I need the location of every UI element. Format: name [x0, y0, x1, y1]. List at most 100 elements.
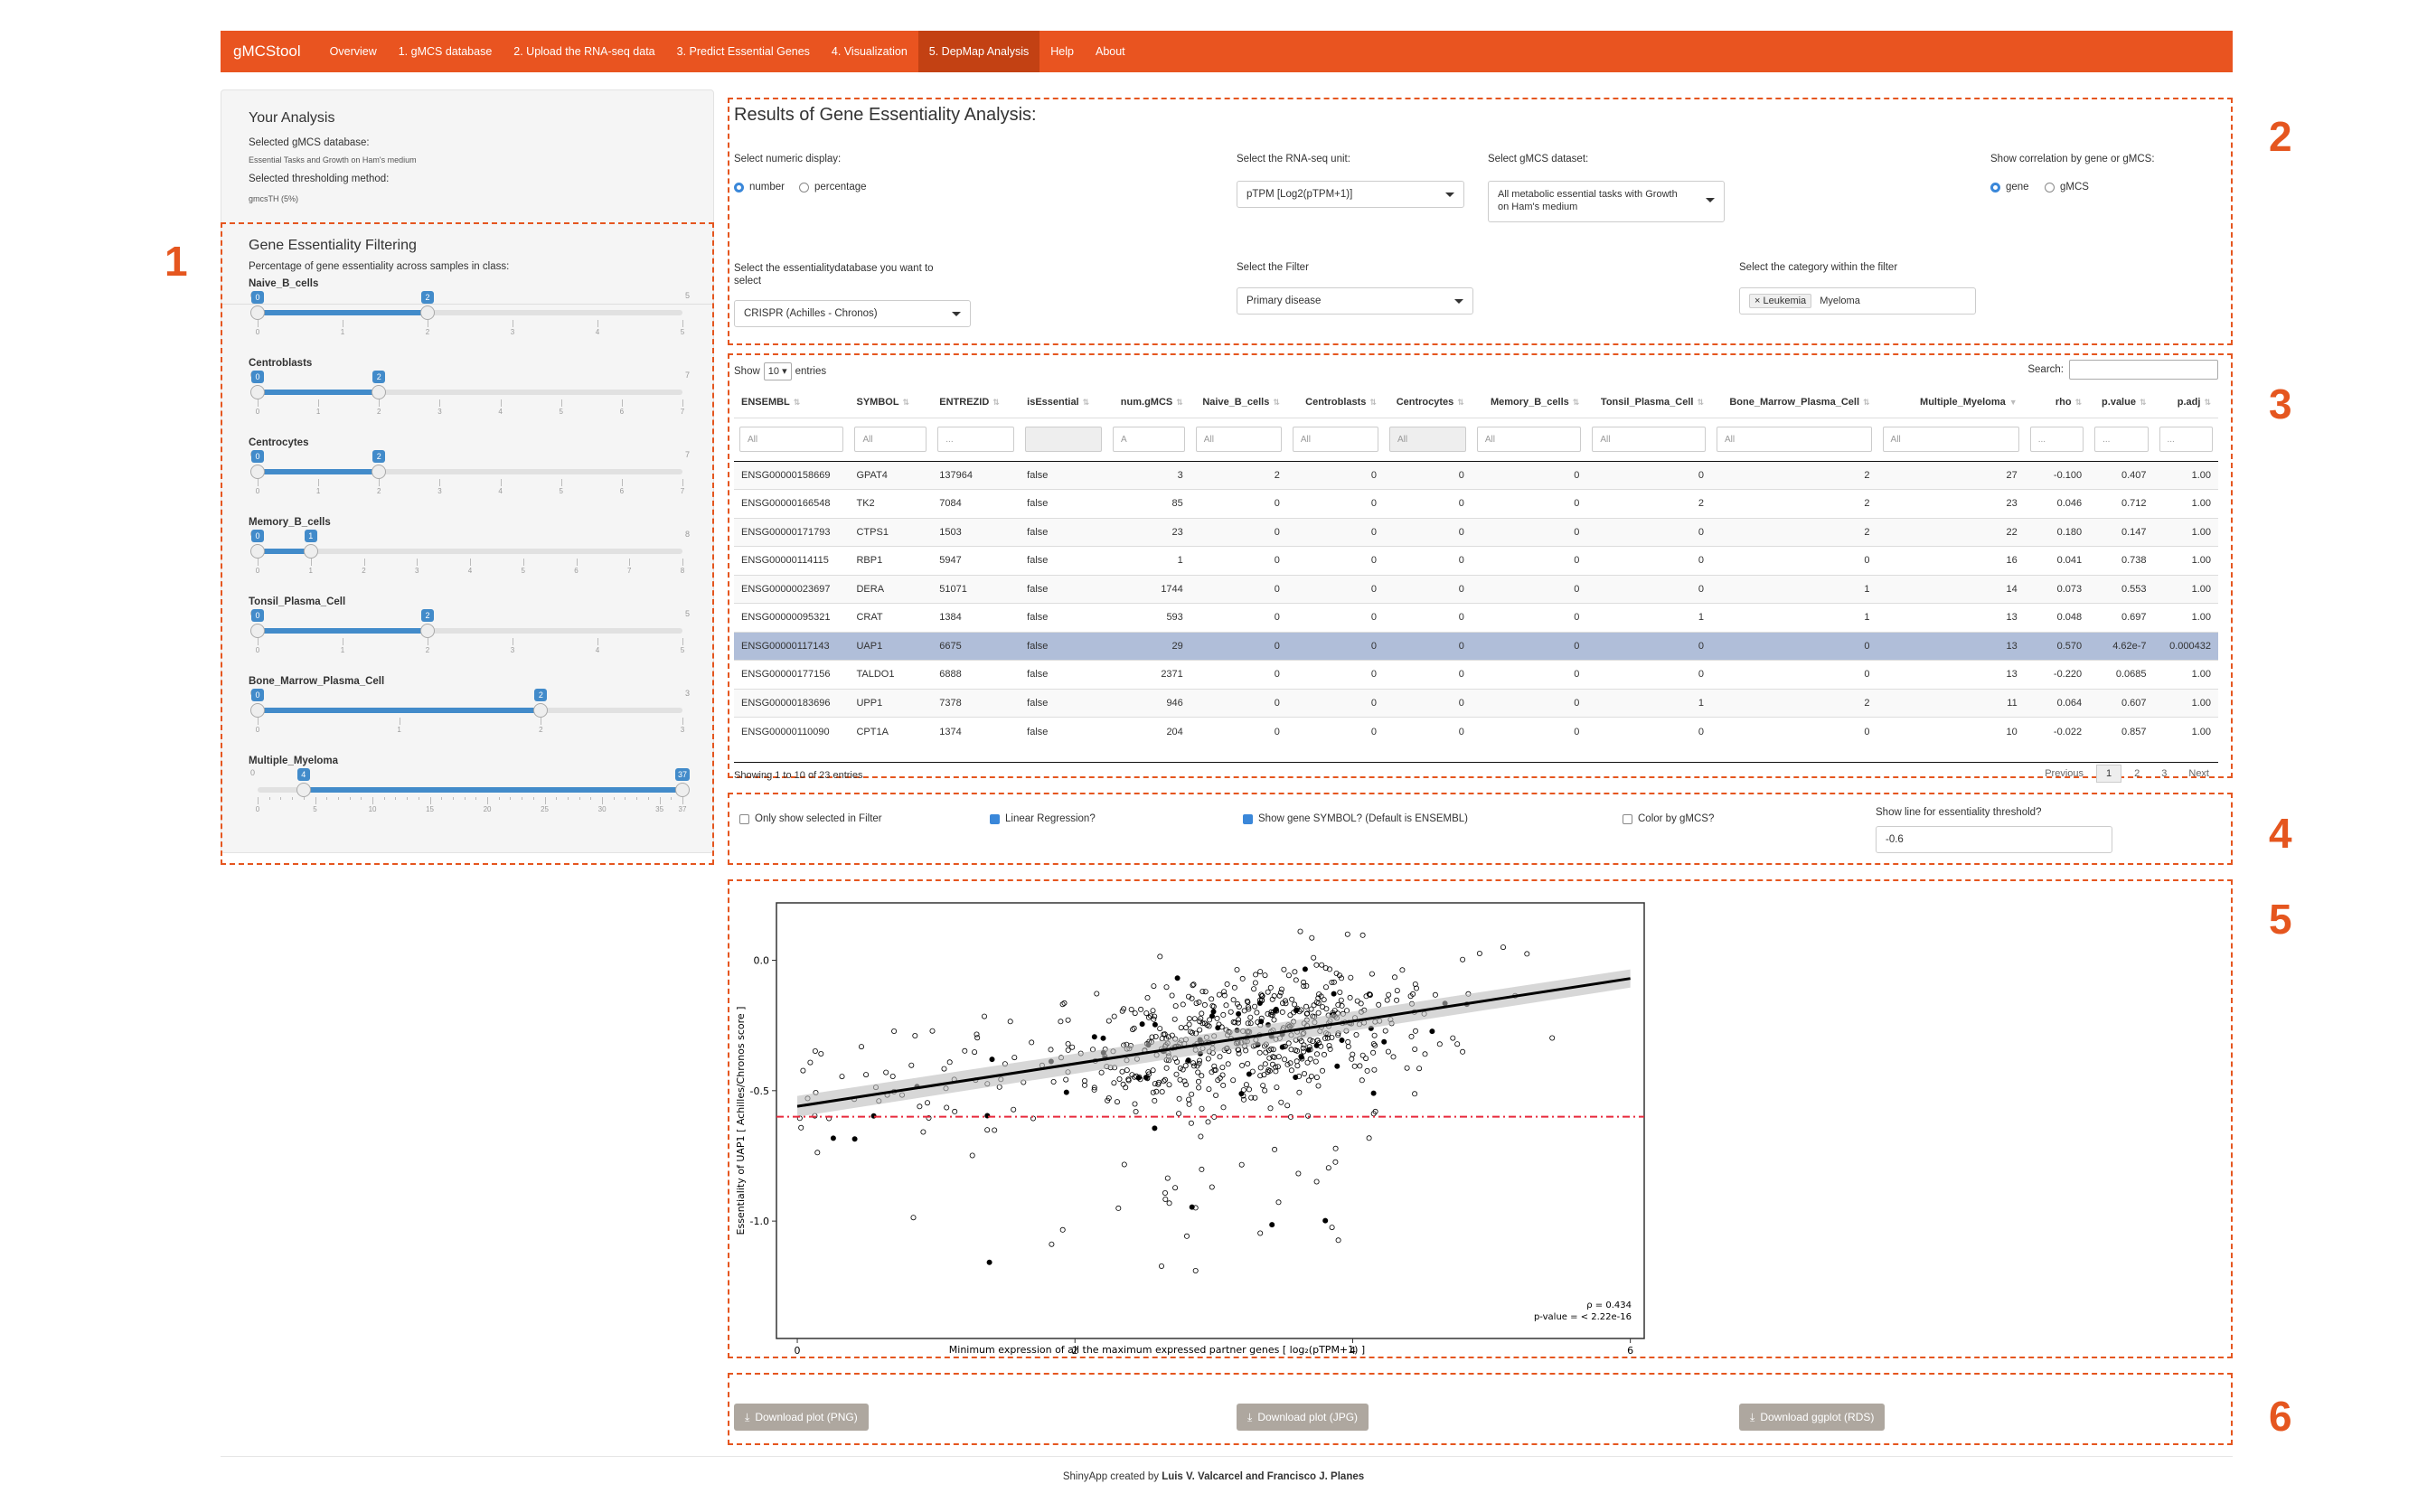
column-filter-input[interactable]: All — [1388, 427, 1466, 452]
brand[interactable]: gMCStool — [221, 42, 319, 61]
column-header[interactable]: p.value ⇅ — [2089, 387, 2154, 418]
search-input[interactable] — [2069, 360, 2218, 380]
radio-percentage[interactable]: percentage — [799, 182, 867, 193]
column-header[interactable]: Naive_B_cells ⇅ — [1190, 387, 1287, 418]
column-header[interactable]: ENSEMBL ⇅ — [734, 387, 850, 418]
column-header[interactable]: ENTREZID ⇅ — [932, 387, 1021, 418]
table-cell: 137964 — [932, 460, 1021, 490]
column-header[interactable]: Tonsil_Plasma_Cell ⇅ — [1586, 387, 1711, 418]
table-row[interactable]: ENSG00000177156 TALDO1 6888 false 2371 0 0 0 0 0 0… — [734, 660, 2218, 689]
column-header[interactable]: Memory_B_cells ⇅ — [1471, 387, 1587, 418]
nav-gmcs-database[interactable]: 1. gMCS database — [388, 31, 503, 72]
download-rds-button[interactable]: ⤓ Download ggplot (RDS) — [1739, 1404, 1886, 1431]
table-cell: 0.857 — [2089, 717, 2154, 746]
thr-label: Selected thresholding method: — [249, 174, 390, 184]
column-filter-input[interactable]: All — [1882, 427, 2019, 452]
table-cell: 0 — [1586, 574, 1711, 604]
y-tick-label: 0.0 — [754, 954, 770, 966]
radio-number[interactable]: number — [734, 182, 785, 193]
column-filter-input[interactable]: ... — [937, 427, 1015, 452]
nav-help[interactable]: Help — [1039, 31, 1085, 72]
show-symbol-checkbox[interactable]: Show gene SYMBOL? (Default is ENSEMBL) — [1243, 813, 1468, 824]
column-filter-input[interactable]: All — [1476, 427, 1582, 452]
linear-regression-checkbox[interactable]: Linear Regression? — [990, 813, 1096, 824]
download-png-button[interactable]: ⤓ Download plot (PNG) — [734, 1404, 869, 1431]
section-number-1: 1 — [165, 238, 188, 285]
next-page-button[interactable]: Next — [2179, 765, 2218, 782]
column-filter-input[interactable]: All — [1716, 427, 1872, 452]
download-icon: ⤓ — [1247, 1410, 1253, 1423]
download-jpg-button[interactable]: ⤓ Download plot (JPG) — [1237, 1404, 1369, 1431]
table-bottom-bar: Showing 1 to 10 of 23 entries Previous 1… — [734, 762, 2218, 783]
table-cell: ENSG00000183696 — [734, 688, 850, 718]
column-header[interactable]: isEssential ⇅ — [1020, 387, 1108, 418]
filter-select[interactable]: Primary disease — [1237, 287, 1473, 315]
entries-control: Show 10 ▾ entries — [734, 362, 826, 380]
page-2-button[interactable]: 2 — [2125, 765, 2149, 782]
column-filter-input[interactable] — [1025, 427, 1103, 452]
threshold-input[interactable]: -0.6 — [1876, 826, 2112, 853]
column-header[interactable]: SYMBOL ⇅ — [849, 387, 933, 418]
column-filter-input[interactable]: All — [1592, 427, 1706, 452]
entries-select[interactable]: 10 ▾ — [763, 362, 792, 380]
table-row[interactable]: ENSG00000114115 RBP1 5947 false 1 0 0 0 0 0 0 16 0.0… — [734, 546, 2218, 575]
column-header[interactable]: Multiple_Myeloma ▼ — [1877, 387, 2025, 418]
nav-about[interactable]: About — [1085, 31, 1136, 72]
nav-predict-essential[interactable]: 3. Predict Essential Genes — [666, 31, 821, 72]
column-header[interactable]: Bone_Marrow_Plasma_Cell ⇅ — [1710, 387, 1877, 418]
table-cell: 0 — [1471, 460, 1587, 490]
category-select[interactable]: × Leukemia Myeloma — [1739, 287, 1976, 315]
table-row[interactable]: ENSG00000166548 TK2 7084 false 85 0 0 0 0 2 2 23 0.0… — [734, 489, 2218, 518]
rnaseq-unit-select[interactable]: pTPM [Log2(pTPM+1)] — [1237, 181, 1464, 208]
page-1-button[interactable]: 1 — [2096, 765, 2122, 783]
column-filter-cell: All — [1190, 418, 1287, 462]
column-filter-input[interactable]: All — [854, 427, 927, 452]
table-cell: 13 — [1877, 603, 2025, 632]
table-row[interactable]: ENSG00000095321 CRAT 1384 false 593 0 0 0 0 1 1 13 0… — [734, 603, 2218, 632]
column-header[interactable]: num.gMCS ⇅ — [1107, 387, 1190, 418]
nav-visualization[interactable]: 4. Visualization — [821, 31, 918, 72]
radio-gene[interactable]: gene — [1990, 182, 2029, 193]
gmcs-dataset-select[interactable]: All metabolic essential tasks with Growt… — [1488, 181, 1725, 222]
footer: ShinyApp created by Luis V. Valcarcel an… — [1062, 1471, 1365, 1482]
db-value: Essential Tasks and Growth on Ham's medi… — [249, 155, 417, 164]
radio-gmcs[interactable]: gMCS — [2045, 182, 2089, 193]
column-filter-input[interactable]: All — [1195, 427, 1282, 452]
data-point — [1269, 1222, 1275, 1228]
nav-overview[interactable]: Overview — [319, 31, 388, 72]
column-header[interactable]: rho ⇅ — [2024, 387, 2090, 418]
table-cell: 0 — [1383, 489, 1472, 518]
column-filter-input[interactable]: A — [1113, 427, 1185, 452]
table-row[interactable]: ENSG00000117143 UAP1 6675 false 29 0 0 0 0 0 0 13 0.… — [734, 631, 2218, 661]
column-filter-input[interactable]: ... — [2159, 427, 2213, 452]
nav-depmap-analysis[interactable]: 5. DepMap Analysis — [917, 31, 1040, 72]
numeric-display-label: Select numeric display: — [734, 154, 842, 164]
chip-myeloma[interactable]: Myeloma — [1815, 295, 1865, 307]
chip-leukemia[interactable]: × Leukemia — [1749, 294, 1812, 308]
table-row[interactable]: ENSG00000158669 GPAT4 137964 false 3 2 0 0 0 0 2 27… — [734, 460, 2218, 490]
table-cell: 0.048 — [2024, 603, 2090, 632]
column-header[interactable]: p.adj ⇅ — [2153, 387, 2218, 418]
column-header[interactable]: Centroblasts ⇅ — [1286, 387, 1384, 418]
column-filter-input[interactable]: All — [739, 427, 844, 452]
column-filter-cell: All — [1383, 418, 1472, 462]
column-filter-input[interactable]: ... — [2029, 427, 2084, 452]
color-gmcs-checkbox[interactable]: Color by gMCS? — [1623, 813, 1714, 824]
table-cell: 204 — [1107, 717, 1190, 746]
table-row[interactable]: ENSG00000171793 CTPS1 1503 false 23 0 0 0 0 0 2 22 0… — [734, 517, 2218, 547]
rnaseq-unit-label: Select the RNA-seq unit: — [1237, 154, 1350, 164]
essentiality-db-select[interactable]: CRISPR (Achilles - Chronos) — [734, 300, 971, 327]
table-row[interactable]: ENSG00000183696 UPP1 7378 false 946 0 0 0 0 1 2 11 0… — [734, 688, 2218, 718]
page-3-button[interactable]: 3 — [2152, 765, 2176, 782]
table-cell: false — [1020, 603, 1108, 632]
table-row[interactable]: ENSG00000023697 DERA 51071 false 1744 0 0 0 0 0 1 1… — [734, 574, 2218, 604]
table-row[interactable]: ENSG00000110090 CPT1A 1374 false 204 0 0 0 0 0 0 10… — [734, 717, 2218, 746]
only-selected-checkbox[interactable]: Only show selected in Filter — [739, 813, 882, 824]
table-cell: 0.0685 — [2089, 660, 2154, 689]
column-filter-input[interactable]: All — [1292, 427, 1378, 452]
prev-page-button[interactable]: Previous — [2036, 765, 2093, 782]
table-cell: 0 — [1286, 717, 1384, 746]
nav-upload-rnaseq[interactable]: 2. Upload the RNA-seq data — [503, 31, 665, 72]
column-filter-input[interactable]: ... — [2094, 427, 2149, 452]
column-header[interactable]: Centrocytes ⇅ — [1383, 387, 1472, 418]
